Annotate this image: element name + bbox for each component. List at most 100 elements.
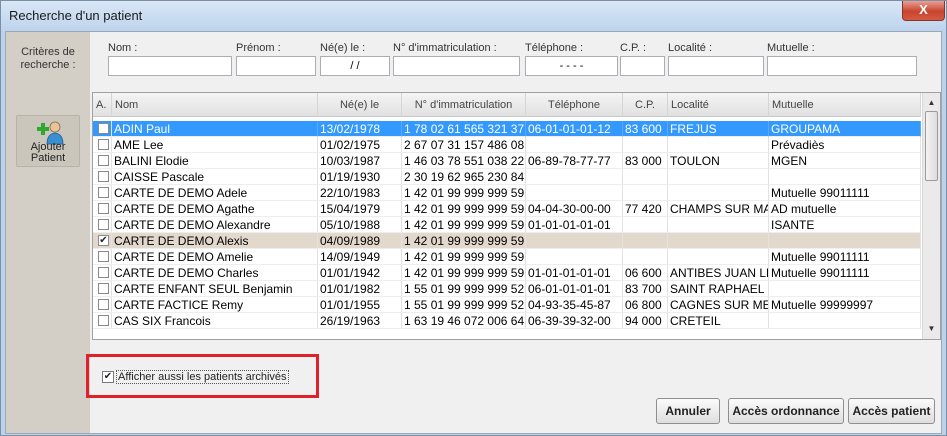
cell-nom: CARTE DE DEMO Agathe bbox=[112, 201, 318, 217]
column-header-nee[interactable]: Né(e) le bbox=[318, 93, 402, 117]
cell-nee: 01/19/1930 bbox=[318, 169, 402, 185]
prescription-access-button[interactable]: Accès ordonnance bbox=[728, 398, 844, 424]
table-row[interactable]: CARTE DE DEMO Charles 01/01/1942 1 42 01 9… bbox=[93, 265, 921, 281]
row-select-cell bbox=[93, 249, 112, 265]
row-checkbox[interactable] bbox=[98, 171, 109, 182]
table-row[interactable]: CAISSE Pascale 01/19/1930 2 30 19 62 965 2… bbox=[93, 169, 921, 185]
row-checkbox[interactable] bbox=[98, 283, 109, 294]
cell-nom: CAISSE Pascale bbox=[112, 169, 318, 185]
patient-access-button[interactable]: Accès patient bbox=[848, 398, 935, 424]
mutuelle-input[interactable] bbox=[767, 56, 917, 76]
cell-localite bbox=[668, 217, 769, 233]
table-row[interactable]: CAS SIX Francois 26/19/1963 1 63 19 46 072… bbox=[93, 313, 921, 329]
cell-nom: AME Lee bbox=[112, 137, 318, 153]
vertical-scrollbar[interactable]: ▲ ▼ bbox=[922, 93, 940, 339]
row-checkbox[interactable] bbox=[98, 139, 109, 150]
column-header-cp[interactable]: C.P. bbox=[623, 93, 668, 117]
cell-localite bbox=[668, 185, 769, 201]
row-checkbox[interactable] bbox=[98, 219, 109, 230]
cell-immat: 1 42 01 99 999 999 59 bbox=[402, 249, 526, 265]
row-checkbox[interactable] bbox=[98, 315, 109, 326]
row-checkbox[interactable]: ✔ bbox=[98, 235, 109, 246]
title-bar[interactable]: Recherche d'un patient X bbox=[1, 1, 946, 31]
cell-nom: CARTE ENFANT SEUL Benjamin bbox=[112, 281, 318, 297]
prenom-input[interactable] bbox=[236, 56, 316, 76]
cp-label: C.P. : bbox=[620, 42, 647, 54]
cell-immat: 1 42 01 99 999 999 59 bbox=[402, 233, 526, 249]
cell-mutuelle bbox=[769, 233, 921, 249]
column-header-localite[interactable]: Localité bbox=[668, 93, 769, 117]
cell-nom: ADIN Paul bbox=[112, 121, 318, 137]
criteria-label: Critères de recherche : bbox=[20, 46, 76, 71]
row-checkbox[interactable] bbox=[98, 155, 109, 166]
row-checkbox[interactable] bbox=[98, 251, 109, 262]
window-title: Recherche d'un patient bbox=[9, 8, 143, 23]
cell-nee: 10/03/1987 bbox=[318, 153, 402, 169]
table-row[interactable]: CARTE DE DEMO Adele 22/10/1983 1 42 01 99 … bbox=[93, 185, 921, 201]
telephone-input[interactable] bbox=[525, 56, 618, 76]
dialog-body: Critères de recherche : Ajouter Patient … bbox=[5, 31, 942, 434]
row-checkbox[interactable] bbox=[98, 299, 109, 310]
column-header-select[interactable]: A. bbox=[93, 93, 112, 117]
immat-input[interactable] bbox=[393, 56, 520, 76]
cell-immat: 1 55 01 99 999 999 52 bbox=[402, 297, 526, 313]
cell-nee: 01/01/1942 bbox=[318, 265, 402, 281]
cell-nee: 01/01/1955 bbox=[318, 297, 402, 313]
immat-label: N° d'immatriculation : bbox=[393, 42, 497, 54]
row-checkbox[interactable] bbox=[98, 187, 109, 198]
cell-nom: CAS SIX Francois bbox=[112, 313, 318, 329]
column-header-telephone[interactable]: Téléphone bbox=[526, 93, 623, 117]
cell-localite: SAINT RAPHAEL bbox=[668, 281, 769, 297]
row-checkbox[interactable] bbox=[98, 267, 109, 278]
cell-telephone: 06-01-01-01-12 bbox=[526, 121, 623, 137]
row-select-cell bbox=[93, 265, 112, 281]
cell-localite bbox=[668, 169, 769, 185]
column-header-immat[interactable]: N° d'immatriculation bbox=[402, 93, 526, 117]
cell-immat: 1 42 01 99 999 999 59 bbox=[402, 217, 526, 233]
cell-cp: 06 600 bbox=[623, 265, 668, 281]
cell-nee: 01/01/1982 bbox=[318, 281, 402, 297]
cell-mutuelle: GROUPAMA bbox=[769, 121, 921, 137]
cell-localite: TOULON bbox=[668, 153, 769, 169]
close-button[interactable]: X bbox=[902, 1, 945, 21]
table-row[interactable]: CARTE FACTICE Remy 01/01/1955 1 55 01 99 9… bbox=[93, 297, 921, 313]
column-header-mutuelle[interactable]: Mutuelle bbox=[769, 93, 921, 117]
cell-cp bbox=[623, 233, 668, 249]
column-header-nom[interactable]: Nom bbox=[112, 93, 318, 117]
row-select-cell bbox=[93, 297, 112, 313]
localite-input[interactable] bbox=[668, 56, 764, 76]
cell-localite bbox=[668, 249, 769, 265]
cell-nom: CARTE DE DEMO Adele bbox=[112, 185, 318, 201]
cell-nee: 15/04/1979 bbox=[318, 201, 402, 217]
scroll-up-icon[interactable]: ▲ bbox=[923, 95, 940, 111]
table-row[interactable]: ✔ CARTE DE DEMO Alexis 04/09/1989 1 42 01 9… bbox=[93, 233, 921, 249]
add-patient-button[interactable]: Ajouter Patient bbox=[16, 115, 80, 167]
cell-mutuelle: MGEN bbox=[769, 153, 921, 169]
table-row[interactable]: CARTE DE DEMO Alexandre 05/10/1988 1 42 01… bbox=[93, 217, 921, 233]
nom-input[interactable] bbox=[108, 56, 232, 76]
cp-input[interactable] bbox=[620, 56, 665, 76]
archive-checkbox[interactable]: ✔ bbox=[102, 371, 114, 383]
cancel-button[interactable]: Annuler bbox=[656, 398, 720, 424]
table-row[interactable]: CARTE ENFANT SEUL Benjamin 01/01/1982 1 55… bbox=[93, 281, 921, 297]
scroll-thumb[interactable] bbox=[925, 111, 938, 181]
cell-immat: 1 46 03 78 551 038 22 bbox=[402, 153, 526, 169]
cell-mutuelle: Mutuelle 99011111 bbox=[769, 249, 921, 265]
cell-localite: CAGNES SUR MER bbox=[668, 297, 769, 313]
table-row[interactable]: CARTE DE DEMO Amelie 14/09/1949 1 42 01 99… bbox=[93, 249, 921, 265]
nee-input[interactable] bbox=[320, 56, 390, 76]
row-checkbox[interactable] bbox=[98, 203, 109, 214]
table-row[interactable]: AME Lee 01/02/1975 2 67 07 31 157 486 08 Pr… bbox=[93, 137, 921, 153]
cell-nom: CARTE DE DEMO Alexis bbox=[112, 233, 318, 249]
scroll-down-icon[interactable]: ▼ bbox=[923, 321, 940, 337]
cell-telephone: 01-01-01-01-01 bbox=[526, 217, 623, 233]
archive-label[interactable]: Afficher aussi les patients archivés bbox=[116, 370, 289, 384]
cell-nom: CARTE DE DEMO Amelie bbox=[112, 249, 318, 265]
row-checkbox[interactable] bbox=[98, 123, 109, 134]
table-row[interactable]: BALINI Elodie 10/03/1987 1 46 03 78 551 03… bbox=[93, 153, 921, 169]
table-row[interactable]: CARTE DE DEMO Agathe 15/04/1979 1 42 01 99… bbox=[93, 201, 921, 217]
cell-telephone: 06-89-78-77-77 bbox=[526, 153, 623, 169]
cell-localite: CRETEIL bbox=[668, 313, 769, 329]
table-row[interactable]: ADIN Paul 13/02/1978 1 78 02 61 565 321 37… bbox=[93, 121, 921, 137]
cell-nom: CARTE FACTICE Remy bbox=[112, 297, 318, 313]
